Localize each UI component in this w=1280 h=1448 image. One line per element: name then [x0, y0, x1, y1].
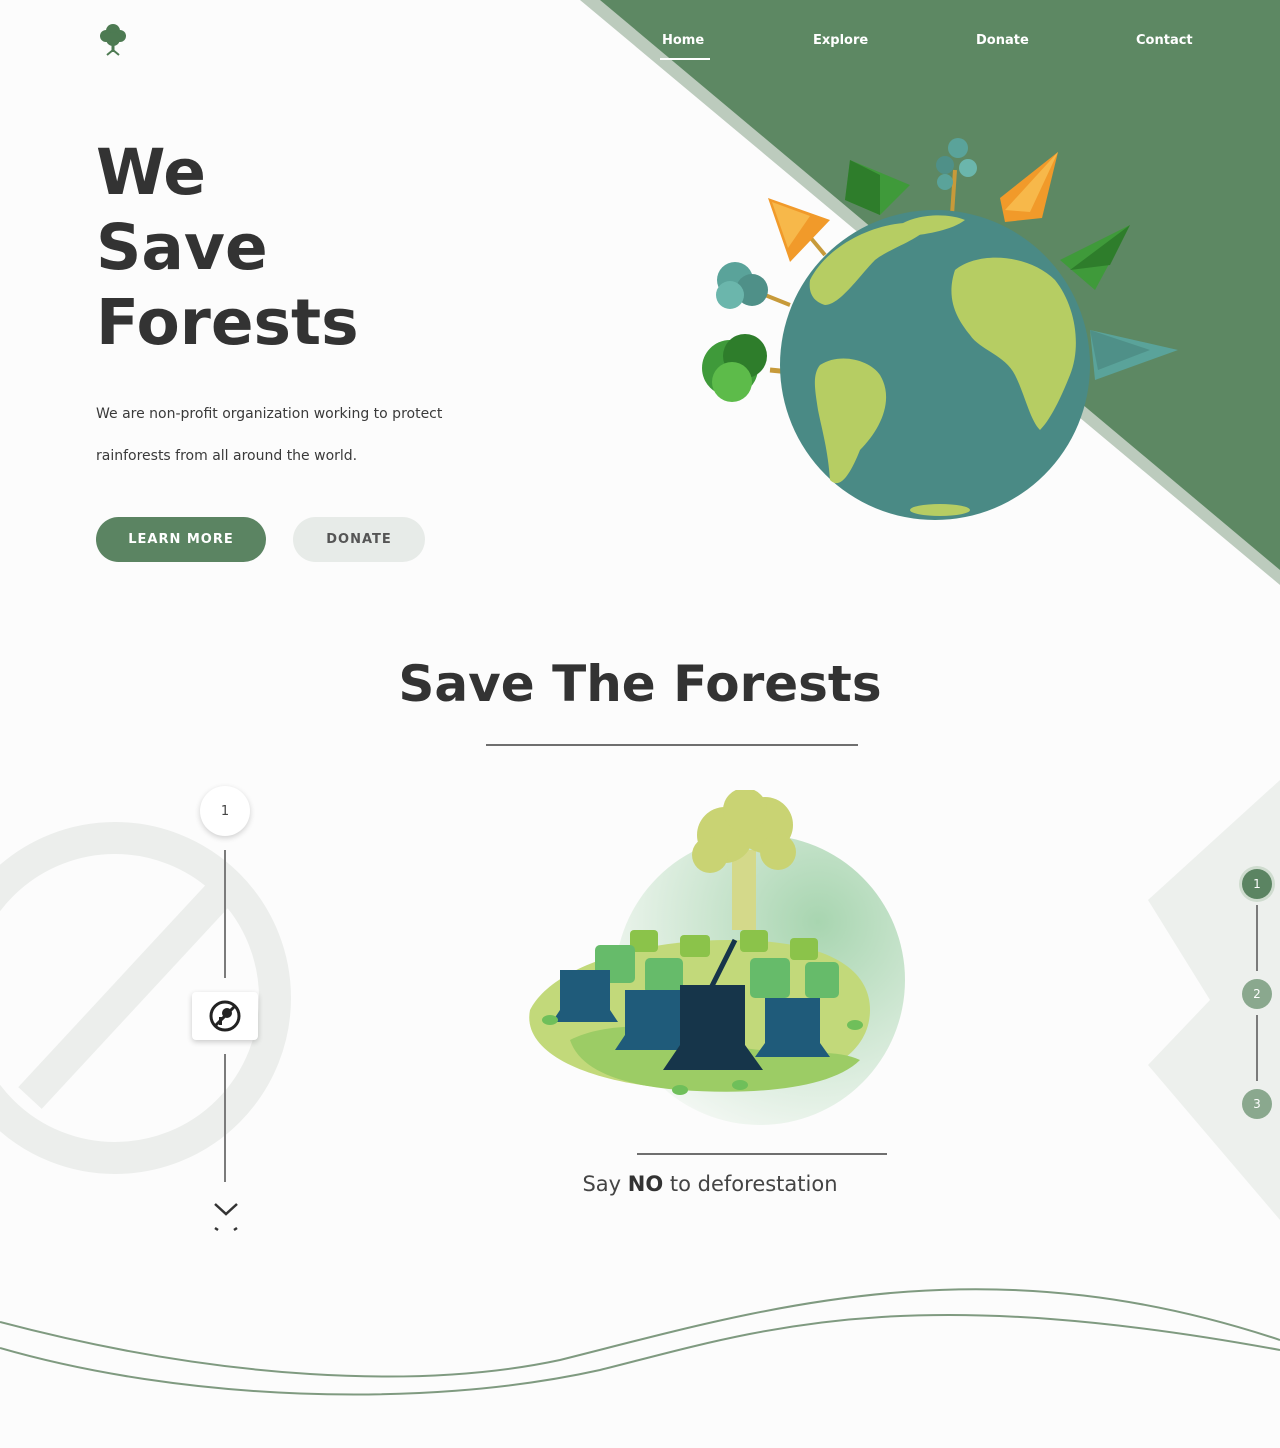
- section-title: Save The Forests: [398, 655, 882, 713]
- hero-title-line: Forests: [96, 286, 359, 359]
- pager-dot-1[interactable]: 1: [1242, 869, 1272, 899]
- nav-contact[interactable]: Contact: [1136, 33, 1193, 48]
- caption-post: to deforestation: [663, 1172, 838, 1196]
- caption-emphasis: NO: [627, 1172, 664, 1196]
- pager-dot-2[interactable]: 2: [1242, 979, 1272, 1009]
- pager-line: [1256, 905, 1258, 971]
- pager-dot-3[interactable]: 3: [1242, 1089, 1272, 1119]
- learn-more-button[interactable]: LEARN MORE: [96, 517, 266, 562]
- nav-donate[interactable]: Donate: [976, 33, 1029, 48]
- pager-line: [1256, 1015, 1258, 1081]
- hero-title-line: Save: [96, 211, 268, 284]
- nav-explore[interactable]: Explore: [813, 33, 868, 48]
- caption-line: [637, 1153, 887, 1155]
- earth-with-trees-illustration: [702, 138, 1178, 520]
- section-caption: Say NO to deforestation: [540, 1172, 880, 1196]
- chevron-down-icon[interactable]: [212, 1200, 240, 1232]
- caption-pre: Say: [582, 1172, 628, 1196]
- hero-title: We Save Forests: [96, 135, 359, 360]
- hero-description-line: We are non-profit organization working t…: [96, 406, 443, 422]
- decorative-wave-lines: [0, 1288, 1280, 1396]
- hero-description-line: rainforests from all around the world.: [96, 448, 358, 464]
- timeline-line: [224, 1054, 226, 1182]
- donate-button[interactable]: DONATE: [293, 517, 425, 562]
- no-deforestation-icon: [209, 1000, 241, 1032]
- tree-icon[interactable]: [98, 22, 128, 56]
- step-number-badge[interactable]: 1: [200, 786, 250, 836]
- cut-tree-stumps-illustration: [529, 790, 905, 1125]
- step-icon-card[interactable]: [192, 992, 258, 1040]
- hero-description: We are non-profit organization working t…: [96, 393, 476, 477]
- nav-home[interactable]: Home: [659, 33, 711, 60]
- hero-title-line: We: [96, 136, 206, 209]
- timeline-line: [224, 850, 226, 978]
- title-underline: [486, 744, 858, 746]
